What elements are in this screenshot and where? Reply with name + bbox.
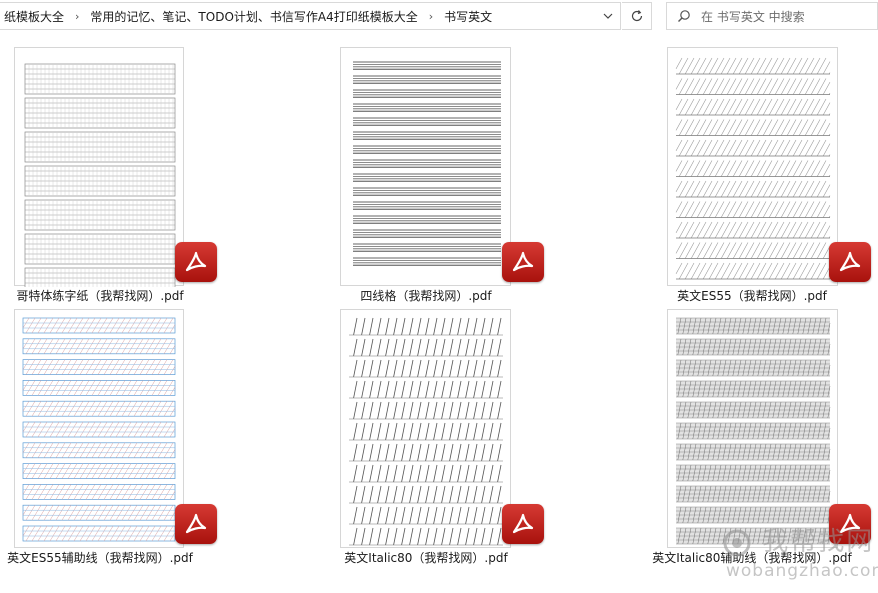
- watermark-badge-icon: [723, 529, 751, 556]
- file-name: 四线格（我帮找网）.pdf: [360, 289, 492, 303]
- file-thumbnail: [340, 309, 511, 548]
- italic-paper-preview: [349, 317, 503, 546]
- four-line-paper-preview: [353, 61, 501, 266]
- gothic-paper-preview: [24, 63, 176, 287]
- search-icon: [667, 9, 701, 23]
- pdf-icon: [175, 242, 217, 282]
- address-bar[interactable]: 纸模板大全 › 常用的记忆、笔记、TODO计划、书信写作A4打印纸模板大全 › …: [0, 2, 621, 30]
- es55-guides-paper-preview: [22, 317, 176, 542]
- file-name: 英文ES55（我帮找网）.pdf: [677, 289, 827, 303]
- file-thumbnail: [14, 309, 184, 548]
- refresh-button[interactable]: [622, 2, 652, 30]
- file-thumbnail: [667, 309, 838, 548]
- file-thumbnail: [14, 47, 184, 287]
- pdf-icon: [175, 504, 217, 544]
- breadcrumb: 纸模板大全 › 常用的记忆、笔记、TODO计划、书信写作A4打印纸模板大全 › …: [0, 8, 596, 25]
- file-thumbnail: [667, 47, 838, 286]
- search-placeholder: 在 书写英文 中搜索: [701, 9, 805, 24]
- file-name: 哥特体练字纸（我帮找网）.pdf: [16, 289, 184, 303]
- italic-guides-paper-preview: [676, 317, 831, 545]
- chevron-right-icon: ›: [428, 9, 434, 23]
- breadcrumb-item-current[interactable]: 书写英文: [440, 8, 496, 25]
- toolbar: 纸模板大全 › 常用的记忆、笔记、TODO计划、书信写作A4打印纸模板大全 › …: [0, 0, 878, 33]
- watermark-url: wobangzhao.com: [726, 561, 878, 581]
- file-name: 英文ES55辅助线（我帮找网）.pdf: [7, 551, 193, 565]
- chevron-right-icon: ›: [75, 9, 80, 23]
- watermark-logo: 我帮找网: [722, 521, 874, 558]
- pdf-icon: [502, 242, 544, 282]
- es55-paper-preview: [675, 57, 831, 280]
- chevron-down-icon: [603, 13, 613, 19]
- file-name: 英文Italic80（我帮找网）.pdf: [344, 551, 508, 565]
- history-dropdown-button[interactable]: [596, 3, 620, 29]
- search-box[interactable]: 在 书写英文 中搜索: [666, 2, 878, 30]
- file-thumbnail: [340, 47, 511, 286]
- pdf-icon: [829, 242, 871, 282]
- pdf-icon: [502, 504, 544, 544]
- breadcrumb-item-templates[interactable]: 纸模板大全: [0, 8, 68, 25]
- refresh-icon: [631, 10, 642, 22]
- breadcrumb-item-collection[interactable]: 常用的记忆、笔记、TODO计划、书信写作A4打印纸模板大全: [86, 8, 421, 25]
